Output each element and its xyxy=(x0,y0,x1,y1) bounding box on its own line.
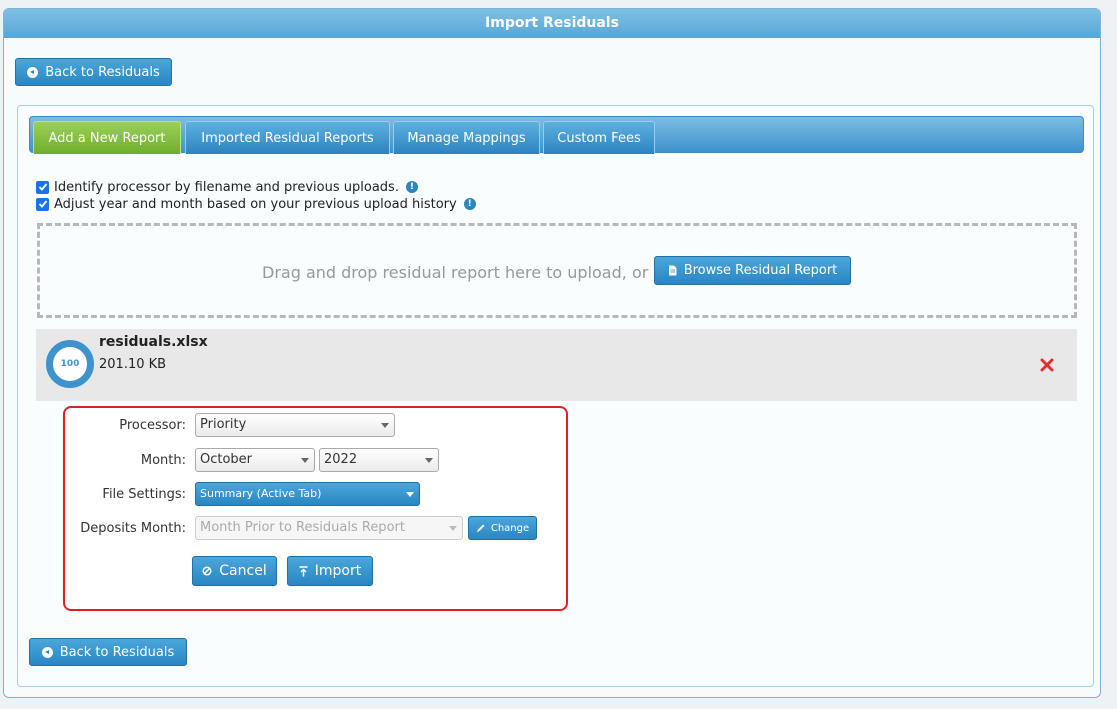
import-residuals-panel: Import Residuals Back to Residuals Add a… xyxy=(3,8,1101,698)
chevron-down-icon xyxy=(301,458,309,463)
import-button-label: Import xyxy=(314,563,362,579)
remove-file-icon[interactable] xyxy=(1040,358,1054,372)
cancel-button[interactable]: Cancel xyxy=(192,556,277,586)
info-icon[interactable]: ! xyxy=(405,181,418,193)
identify-processor-option: Identify processor by filename and previ… xyxy=(36,178,418,196)
chevron-down-icon xyxy=(381,423,389,428)
chevron-down-icon xyxy=(406,492,414,497)
tab-manage-mappings[interactable]: Manage Mappings xyxy=(393,121,540,154)
browse-button-label: Browse Residual Report xyxy=(683,263,838,278)
cancel-icon xyxy=(202,566,212,576)
year-value: 2022 xyxy=(324,452,358,467)
tab-bar: Add a New Report Imported Residual Repor… xyxy=(29,116,1084,154)
tab-label: Imported Residual Reports xyxy=(201,130,374,146)
tab-label: Custom Fees xyxy=(557,130,641,146)
processor-select[interactable]: Priority xyxy=(195,413,395,437)
tab-custom-fees[interactable]: Custom Fees xyxy=(543,121,655,154)
upload-icon xyxy=(299,565,308,577)
cancel-button-label: Cancel xyxy=(219,563,267,579)
dropzone-text: Drag and drop residual report here to up… xyxy=(262,263,649,282)
adjust-date-option: Adjust year and month based on your prev… xyxy=(36,195,476,213)
page-title: Import Residuals xyxy=(4,9,1100,38)
month-label: Month: xyxy=(140,453,186,468)
deposits-month-select: Month Prior to Residuals Report xyxy=(195,516,463,540)
upload-progress-value: 100 xyxy=(60,359,80,369)
upload-progress-ring: 100 xyxy=(46,340,94,388)
browse-residual-report-button[interactable]: Browse Residual Report xyxy=(654,256,851,285)
deposits-month-value: Month Prior to Residuals Report xyxy=(200,520,405,535)
back-to-residuals-button-top[interactable]: Back to Residuals xyxy=(15,58,172,86)
uploaded-file-row: 100 residuals.xlsx 201.10 KB xyxy=(36,329,1077,401)
back-arrow-icon xyxy=(27,66,39,78)
processor-label: Processor: xyxy=(119,418,186,433)
year-select[interactable]: 2022 xyxy=(319,448,439,472)
upload-dropzone[interactable]: Drag and drop residual report here to up… xyxy=(37,223,1077,318)
file-icon xyxy=(668,265,677,276)
month-select[interactable]: October xyxy=(195,448,315,472)
tab-label: Add a New Report xyxy=(48,130,166,146)
report-container: Add a New Report Imported Residual Repor… xyxy=(17,105,1094,687)
file-size: 201.10 KB xyxy=(99,357,167,372)
back-button-label: Back to Residuals xyxy=(59,644,175,660)
identify-processor-checkbox[interactable] xyxy=(36,180,49,194)
adjust-date-label: Adjust year and month based on your prev… xyxy=(54,196,457,212)
back-button-label: Back to Residuals xyxy=(45,64,160,80)
month-value: October xyxy=(200,452,253,467)
change-button-label: Change xyxy=(490,522,530,534)
chevron-down-icon xyxy=(425,458,433,463)
file-settings-label: File Settings: xyxy=(102,487,186,502)
tab-label: Manage Mappings xyxy=(407,130,526,146)
pencil-icon xyxy=(476,523,486,533)
tab-imported-residual-reports[interactable]: Imported Residual Reports xyxy=(185,121,390,154)
processor-value: Priority xyxy=(200,417,247,432)
identify-processor-label: Identify processor by filename and previ… xyxy=(54,179,399,195)
import-button[interactable]: Import xyxy=(287,556,373,586)
import-settings-form: Processor: Priority Month: October 2022 … xyxy=(63,406,568,611)
chevron-down-icon xyxy=(449,526,457,531)
tab-add-new-report[interactable]: Add a New Report xyxy=(33,121,181,154)
back-arrow-icon xyxy=(41,646,53,658)
file-settings-value: Summary (Active Tab) xyxy=(200,487,322,500)
file-name: residuals.xlsx xyxy=(99,334,208,350)
file-settings-select[interactable]: Summary (Active Tab) xyxy=(195,482,420,506)
back-to-residuals-button-bottom[interactable]: Back to Residuals xyxy=(29,638,187,666)
change-deposits-month-button[interactable]: Change xyxy=(468,516,537,540)
info-icon[interactable]: ! xyxy=(463,198,476,210)
deposits-month-label: Deposits Month: xyxy=(80,521,186,536)
adjust-date-checkbox[interactable] xyxy=(36,197,49,211)
